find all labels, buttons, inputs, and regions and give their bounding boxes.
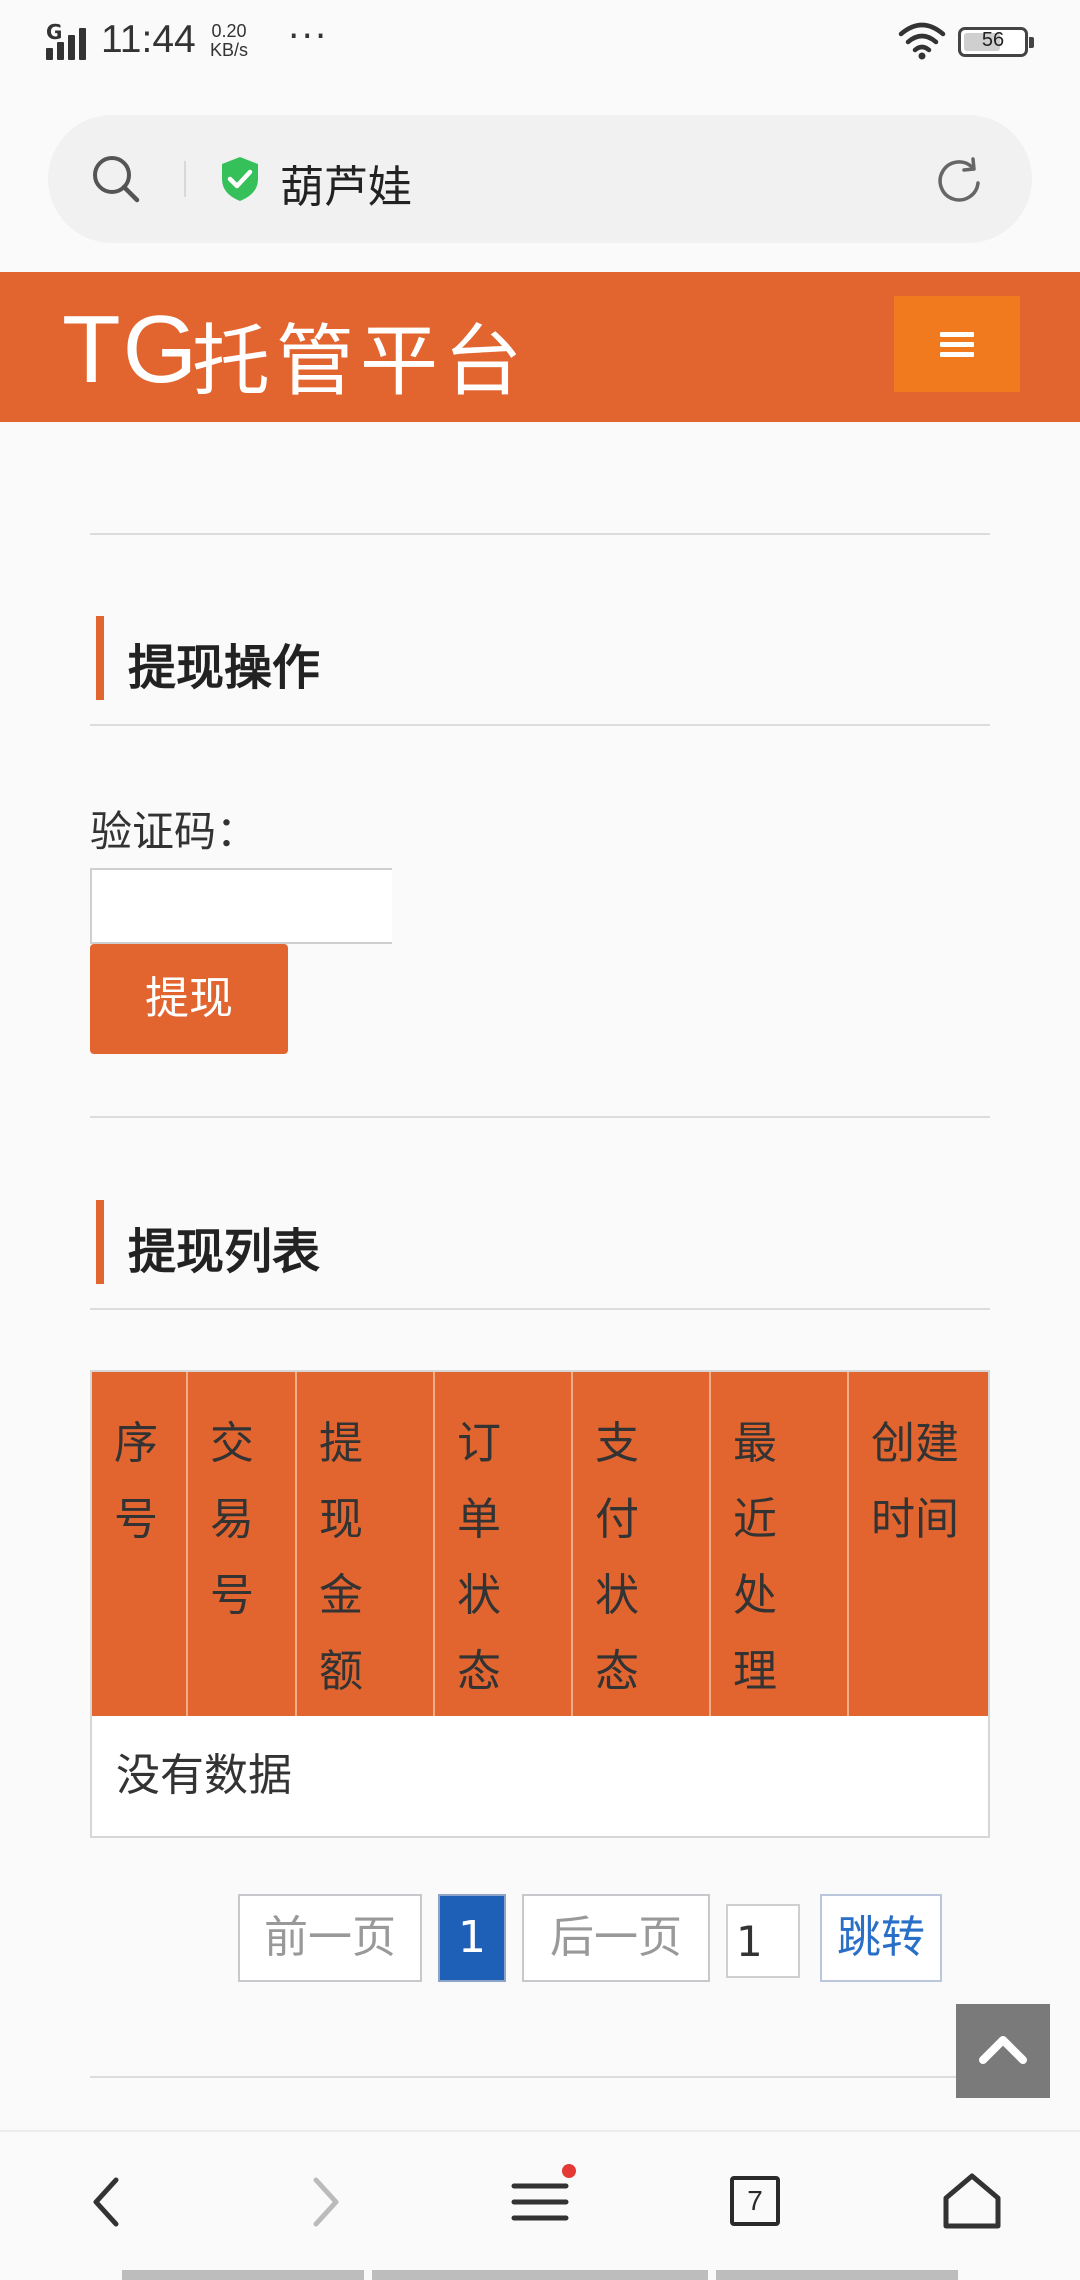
site-header: TG 托管平台 xyxy=(0,272,1080,422)
column-header: 提现金额 xyxy=(297,1372,435,1716)
captcha-input[interactable] xyxy=(90,868,392,944)
logo-tg: TG xyxy=(62,296,200,403)
logo-text: 托管平台 xyxy=(192,317,529,407)
tabs-button[interactable]: 7 xyxy=(716,2162,796,2242)
hamburger-icon xyxy=(940,332,974,337)
column-header: 交易号 xyxy=(188,1372,297,1716)
chevron-left-icon xyxy=(93,2177,119,2227)
wifi-icon xyxy=(898,22,946,60)
home-button[interactable] xyxy=(932,2162,1012,2242)
chevron-up-icon xyxy=(979,2036,1027,2064)
forward-button[interactable] xyxy=(284,2162,364,2242)
tabs-icon: 7 xyxy=(730,2176,780,2226)
title-accent-bar xyxy=(96,1200,104,1284)
site-title[interactable]: 葫芦娃 xyxy=(280,151,412,215)
menu-button[interactable] xyxy=(894,296,1020,392)
address-bar[interactable]: 葫芦娃 xyxy=(48,115,1032,243)
column-header: 支付状态 xyxy=(573,1372,711,1716)
battery-level: 56 xyxy=(981,29,1005,51)
column-header: 订单状态 xyxy=(435,1372,573,1716)
clock: 11:44 xyxy=(101,18,196,61)
battery-icon: 56 xyxy=(958,27,1034,57)
withdraw-button[interactable]: 提现 xyxy=(90,944,288,1054)
withdraw-title: 提现操作 xyxy=(128,640,321,696)
jump-button[interactable]: 跳转 xyxy=(820,1894,942,1982)
network-type: G xyxy=(46,20,63,44)
prev-page-button[interactable]: 前一页 xyxy=(238,1894,422,1982)
network-speed-unit: KB/s xyxy=(210,40,249,60)
separator xyxy=(184,161,186,197)
column-header: 最近处理 xyxy=(711,1372,849,1716)
notification-dot xyxy=(562,2164,576,2178)
back-to-top-button[interactable] xyxy=(956,2004,1050,2098)
search-icon[interactable] xyxy=(88,151,144,207)
divider xyxy=(90,533,990,535)
divider xyxy=(90,724,990,726)
captcha-label: 验证码： xyxy=(90,807,259,856)
logo[interactable]: TG 托管平台 xyxy=(62,296,542,408)
divider xyxy=(90,2076,990,2078)
list-title: 提现列表 xyxy=(128,1224,321,1280)
page-jump-input[interactable]: 1 xyxy=(726,1904,800,1978)
more-dots: ··· xyxy=(288,16,329,57)
signal-icon: G xyxy=(46,20,92,60)
secure-shield-icon xyxy=(222,157,258,201)
browser-bottom-nav: 7 xyxy=(0,2130,1080,2280)
empty-row: 没有数据 xyxy=(92,1716,988,1836)
network-speed: 0.20 KB/s xyxy=(210,22,248,60)
page-1-button[interactable]: 1 xyxy=(438,1894,506,1982)
chevron-right-icon xyxy=(313,2177,339,2227)
gesture-bar xyxy=(716,2270,958,2280)
table-header: 序号 交易号 提现金额 订单状态 支付状态 最近处理 创建时间 xyxy=(92,1372,988,1716)
column-header: 序号 xyxy=(92,1372,188,1716)
withdraw-table: 序号 交易号 提现金额 订单状态 支付状态 最近处理 创建时间 没有数据 xyxy=(90,1370,990,1838)
gesture-bar xyxy=(372,2270,708,2280)
divider xyxy=(90,1116,990,1118)
status-bar: G 11:44 0.20 KB/s ··· 56 xyxy=(0,0,1080,95)
column-header: 创建时间 xyxy=(871,1418,959,1545)
gesture-bar xyxy=(122,2270,364,2280)
next-page-button[interactable]: 后一页 xyxy=(522,1894,710,1982)
title-accent-bar xyxy=(96,616,104,700)
divider xyxy=(90,1308,990,1310)
menu-nav-button[interactable] xyxy=(500,2162,580,2242)
back-button[interactable] xyxy=(68,2162,148,2242)
home-icon xyxy=(943,2173,1001,2229)
reload-icon[interactable] xyxy=(932,153,988,209)
network-speed-value: 0.20 xyxy=(211,21,247,41)
